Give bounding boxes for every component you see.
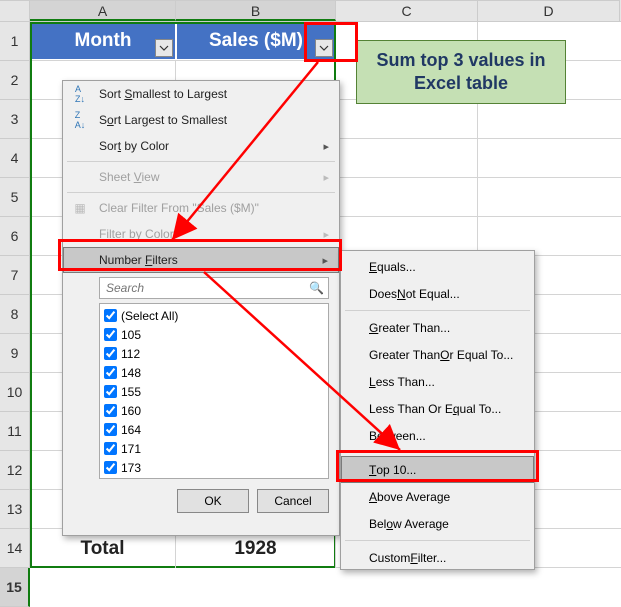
select-all-corner[interactable] (0, 0, 30, 21)
filter-greater-eq[interactable]: Greater Than Or Equal To... (341, 341, 534, 368)
row-header[interactable]: 2 (0, 61, 30, 100)
row-header[interactable]: 1 (0, 22, 30, 61)
filter-less[interactable]: Less Than... (341, 368, 534, 395)
chevron-right-icon: ▸ (323, 171, 329, 184)
check-item[interactable]: 164 (102, 420, 326, 439)
filter-dropdown-menu: AZ↓ Sort Smallest to Largest ZA↓ Sort La… (62, 80, 340, 536)
filter-greater[interactable]: Greater Than... (341, 314, 534, 341)
row-header[interactable]: 8 (0, 295, 30, 334)
separator (67, 161, 335, 162)
filter-button-month[interactable] (155, 39, 173, 57)
filter-above-avg[interactable]: Above Average (341, 483, 534, 510)
row-header[interactable]: 10 (0, 373, 30, 412)
annotation-highlight (304, 22, 358, 62)
check-item[interactable]: 155 (102, 382, 326, 401)
sort-by-color[interactable]: Sort by Color▸ (63, 133, 339, 159)
sort-desc-icon: ZA↓ (71, 111, 89, 129)
cancel-button[interactable]: Cancel (257, 489, 329, 513)
header-label: Month (75, 30, 132, 52)
row-header[interactable]: 6 (0, 217, 30, 256)
chevron-down-icon (159, 45, 169, 51)
check-item[interactable]: 105 (102, 325, 326, 344)
col-header-c[interactable]: C (336, 0, 478, 21)
filter-below-avg[interactable]: Below Average (341, 510, 534, 537)
filter-equals[interactable]: Equals... (341, 253, 534, 280)
row-header[interactable]: 7 (0, 256, 30, 295)
table-header-month[interactable]: Month (30, 22, 176, 60)
column-headers: A B C D (0, 0, 621, 22)
col-header-b[interactable]: B (176, 0, 336, 21)
filter-checklist[interactable]: (Select All) 105 112 148 155 160 164 171… (99, 303, 329, 479)
col-header-a[interactable]: A (30, 0, 176, 21)
check-item[interactable]: 112 (102, 344, 326, 363)
row-headers: 1 2 3 4 5 6 7 8 9 10 11 12 13 14 15 (0, 22, 30, 607)
col-header-d[interactable]: D (478, 0, 620, 21)
filter-less-eq[interactable]: Less Than Or Equal To... (341, 395, 534, 422)
header-label: Sales ($M) (209, 30, 303, 52)
chevron-right-icon: ▸ (323, 140, 329, 153)
row-header[interactable]: 14 (0, 529, 30, 568)
clear-filter-icon: ▦ (71, 199, 89, 217)
row-header[interactable]: 4 (0, 139, 30, 178)
filter-between[interactable]: Between... (341, 422, 534, 449)
sheet-view: Sheet View▸ (63, 164, 339, 190)
number-filters-submenu: Equals... Does Not Equal... Greater Than… (340, 250, 535, 570)
ok-button[interactable]: OK (177, 489, 249, 513)
annotation-highlight (58, 239, 342, 271)
annotation-callout: Sum top 3 values in Excel table (356, 40, 566, 104)
separator (345, 540, 530, 541)
search-icon: 🔍 (309, 281, 324, 295)
row-header[interactable]: 11 (0, 412, 30, 451)
row-header[interactable]: 3 (0, 100, 30, 139)
check-item[interactable]: 160 (102, 401, 326, 420)
row-header[interactable]: 12 (0, 451, 30, 490)
row-header[interactable]: 9 (0, 334, 30, 373)
check-item[interactable]: 148 (102, 363, 326, 382)
search-box[interactable]: 🔍 (99, 277, 329, 299)
search-input[interactable] (104, 280, 309, 296)
filter-custom[interactable]: Custom Filter... (341, 544, 534, 571)
separator (67, 192, 335, 193)
sort-ascending[interactable]: AZ↓ Sort Smallest to Largest (63, 81, 339, 107)
row-header[interactable]: 13 (0, 490, 30, 529)
separator (345, 310, 530, 311)
filter-not-equal[interactable]: Does Not Equal... (341, 280, 534, 307)
row-header[interactable]: 5 (0, 178, 30, 217)
check-select-all[interactable]: (Select All) (102, 306, 326, 325)
check-item[interactable]: 171 (102, 439, 326, 458)
annotation-highlight (336, 450, 539, 482)
clear-filter: ▦ Clear Filter From "Sales ($M)" (63, 195, 339, 221)
dialog-buttons: OK Cancel (63, 481, 339, 521)
sort-descending[interactable]: ZA↓ Sort Largest to Smallest (63, 107, 339, 133)
sort-asc-icon: AZ↓ (71, 85, 89, 103)
check-item[interactable]: 173 (102, 458, 326, 477)
